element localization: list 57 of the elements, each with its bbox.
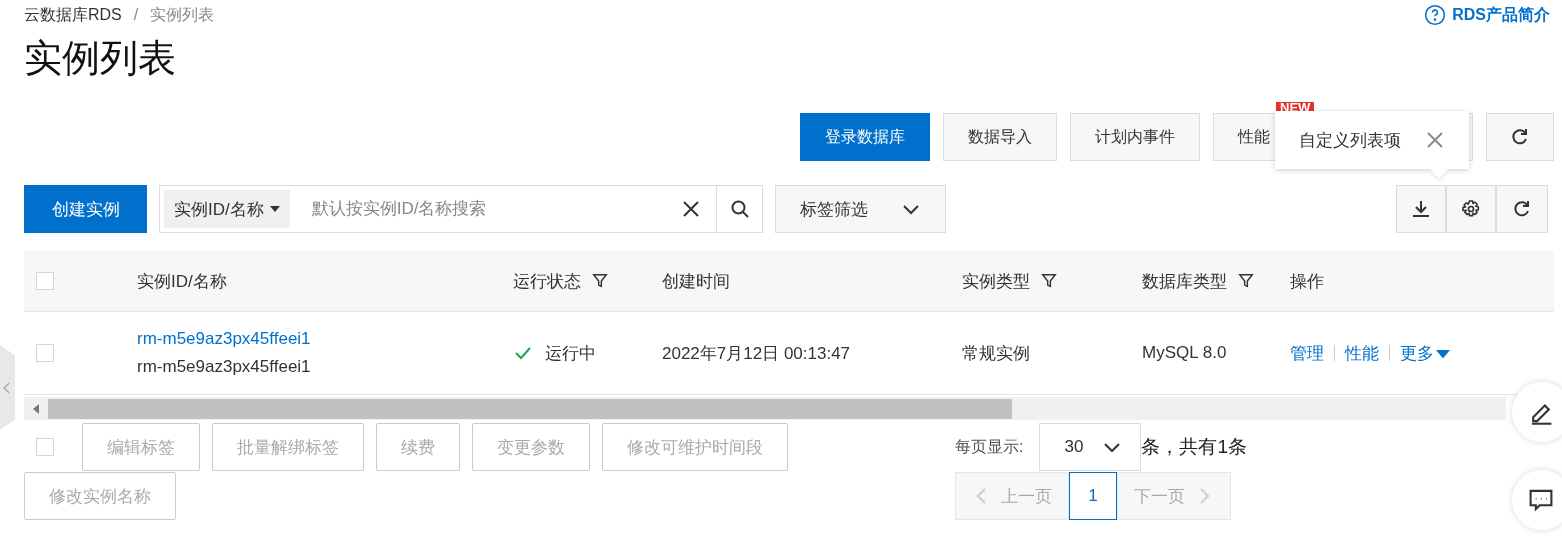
toolbar-button[interactable]: 计划内事件 <box>1070 113 1200 161</box>
help-icon <box>1424 4 1447 26</box>
chat-icon <box>1528 487 1554 513</box>
search-icon <box>729 199 750 219</box>
search-field[interactable]: 实例ID/名称 默认按实例ID/名称搜索 <box>159 185 763 233</box>
caret-icon <box>269 206 280 212</box>
column-header: 实例ID/名称 <box>137 270 227 293</box>
total-count: 条，共有1条 <box>1141 435 1248 459</box>
refresh-icon <box>1510 127 1530 147</box>
checkbox[interactable] <box>36 344 54 362</box>
toolbar-button[interactable]: 登录数据库 <box>800 113 930 161</box>
close-icon <box>681 199 701 219</box>
column-header: 数据库类型 <box>1142 270 1227 293</box>
page-size-select[interactable]: 30 <box>1039 423 1142 471</box>
settings-button[interactable] <box>1446 185 1496 233</box>
horizontal-scrollbar[interactable] <box>24 397 1506 420</box>
close-icon <box>1425 130 1445 150</box>
tag-filter-dropdown[interactable]: 标签筛选 <box>775 185 946 233</box>
refresh-button[interactable] <box>1496 185 1548 233</box>
checkbox[interactable] <box>36 438 54 456</box>
download-icon <box>1411 199 1431 219</box>
column-header: 运行状态 <box>513 270 581 293</box>
filter-icon <box>1040 272 1058 290</box>
column-header: 操作 <box>1290 270 1324 293</box>
breadcrumb-item[interactable]: 云数据库RDS <box>24 4 122 26</box>
popover-text: 自定义列表项 <box>1299 129 1401 152</box>
action-link[interactable]: 更多 <box>1400 341 1434 365</box>
caret-icon <box>1436 349 1450 358</box>
scroll-left-icon[interactable] <box>32 402 42 415</box>
settings-icon <box>1461 199 1481 219</box>
table-cell-text: 2022年7月12日 00:13:47 <box>662 342 852 365</box>
page-size-label: 每页显示: <box>955 436 1024 457</box>
instance-name: rm-m5e9az3px45ffeei1 <box>137 357 312 377</box>
refresh-button[interactable] <box>1486 113 1554 161</box>
action-link[interactable]: 性能 <box>1345 341 1379 365</box>
scope-dropdown[interactable]: 实例ID/名称 <box>164 190 290 228</box>
help-link[interactable]: RDS产品简介 <box>1424 4 1550 26</box>
status-text: 运行中 <box>545 342 596 365</box>
column-header: 创建时间 <box>662 270 730 293</box>
breadcrumb-item: 实例列表 <box>150 4 215 25</box>
filter-icon <box>591 272 609 290</box>
toolbar-button[interactable]: 数据导入 <box>943 113 1057 161</box>
page-number[interactable]: 1 <box>1069 472 1117 520</box>
filter-icon <box>1237 272 1255 290</box>
table-cell-text: MySQL 8.0 <box>1142 343 1228 363</box>
page-title: 实例列表 <box>24 36 177 81</box>
checkbox[interactable] <box>36 272 54 290</box>
action-link[interactable]: 管理 <box>1290 341 1324 365</box>
table-cell-text: 常规实例 <box>962 342 1031 365</box>
chat-button[interactable] <box>1512 470 1562 530</box>
instance-id-link[interactable]: rm-m5e9az3px45ffeei1 <box>137 329 513 349</box>
breadcrumb-separator: / <box>133 6 139 24</box>
edit-button[interactable] <box>1512 382 1562 442</box>
create-instance-button[interactable]: 创建实例 <box>24 185 147 233</box>
column-header: 实例类型 <box>962 270 1030 293</box>
refresh-icon <box>1512 199 1532 219</box>
download-button[interactable] <box>1396 185 1446 233</box>
